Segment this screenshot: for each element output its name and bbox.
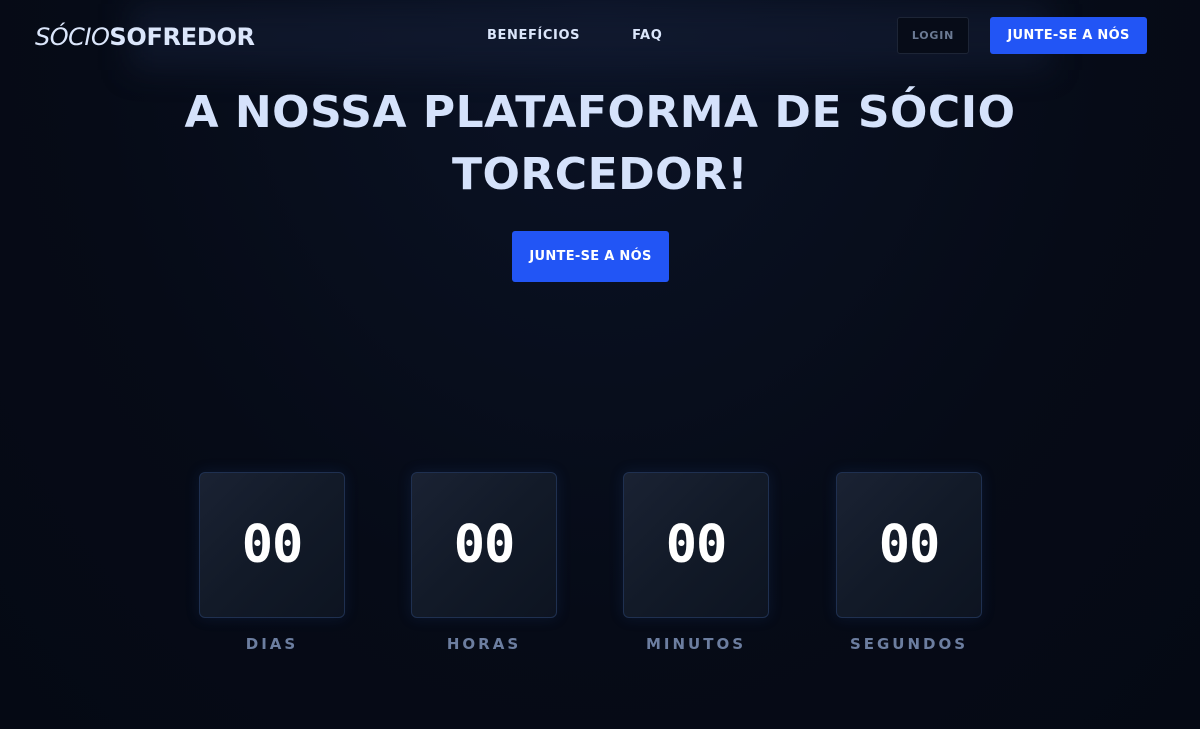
countdown-days-label: DIAS bbox=[245, 635, 299, 653]
countdown-hours: 00 HORAS bbox=[411, 472, 557, 653]
site-logo[interactable]: SÓCIOSOFREDOR bbox=[35, 22, 255, 52]
landing-page: SÓCIOSOFREDOR BENEFÍCIOS FAQ LOGIN JUNTE… bbox=[0, 0, 1200, 729]
site-header: SÓCIOSOFREDOR BENEFÍCIOS FAQ LOGIN JUNTE… bbox=[0, 0, 1200, 74]
countdown-minutes-label: MINUTOS bbox=[645, 635, 747, 653]
logo-bold-text: SOFREDOR bbox=[109, 23, 255, 51]
join-button-header[interactable]: JUNTE-SE A NÓS bbox=[990, 17, 1147, 54]
countdown-seconds-value: 00 bbox=[878, 515, 941, 575]
countdown-hours-label: HORAS bbox=[446, 635, 522, 653]
hero-title: A NOSSA PLATAFORMA DE SÓCIO TORCEDOR! bbox=[184, 87, 1016, 200]
login-button[interactable]: LOGIN bbox=[897, 17, 969, 54]
join-button-hero[interactable]: JUNTE-SE A NÓS bbox=[512, 231, 669, 282]
countdown-box: 00 bbox=[836, 472, 982, 618]
nav-link-faq[interactable]: FAQ bbox=[632, 27, 662, 45]
countdown-seconds-label: SEGUNDOS bbox=[849, 635, 969, 653]
countdown-minutes-value: 00 bbox=[665, 515, 728, 575]
countdown-days: 00 DIAS bbox=[199, 472, 345, 653]
main-nav: BENEFÍCIOS FAQ bbox=[487, 27, 662, 45]
countdown-days-value: 00 bbox=[241, 515, 304, 575]
countdown-hours-value: 00 bbox=[453, 515, 516, 575]
countdown-box: 00 bbox=[411, 472, 557, 618]
countdown-box: 00 bbox=[199, 472, 345, 618]
nav-link-beneficios[interactable]: BENEFÍCIOS bbox=[487, 27, 580, 45]
countdown-seconds: 00 SEGUNDOS bbox=[836, 472, 982, 653]
countdown-timer: 00 DIAS 00 HORAS 00 MINUTOS 00 SEGUNDOS bbox=[0, 472, 1200, 672]
countdown-box: 00 bbox=[623, 472, 769, 618]
logo-light-text: SÓCIO bbox=[35, 23, 110, 51]
countdown-minutes: 00 MINUTOS bbox=[623, 472, 769, 653]
